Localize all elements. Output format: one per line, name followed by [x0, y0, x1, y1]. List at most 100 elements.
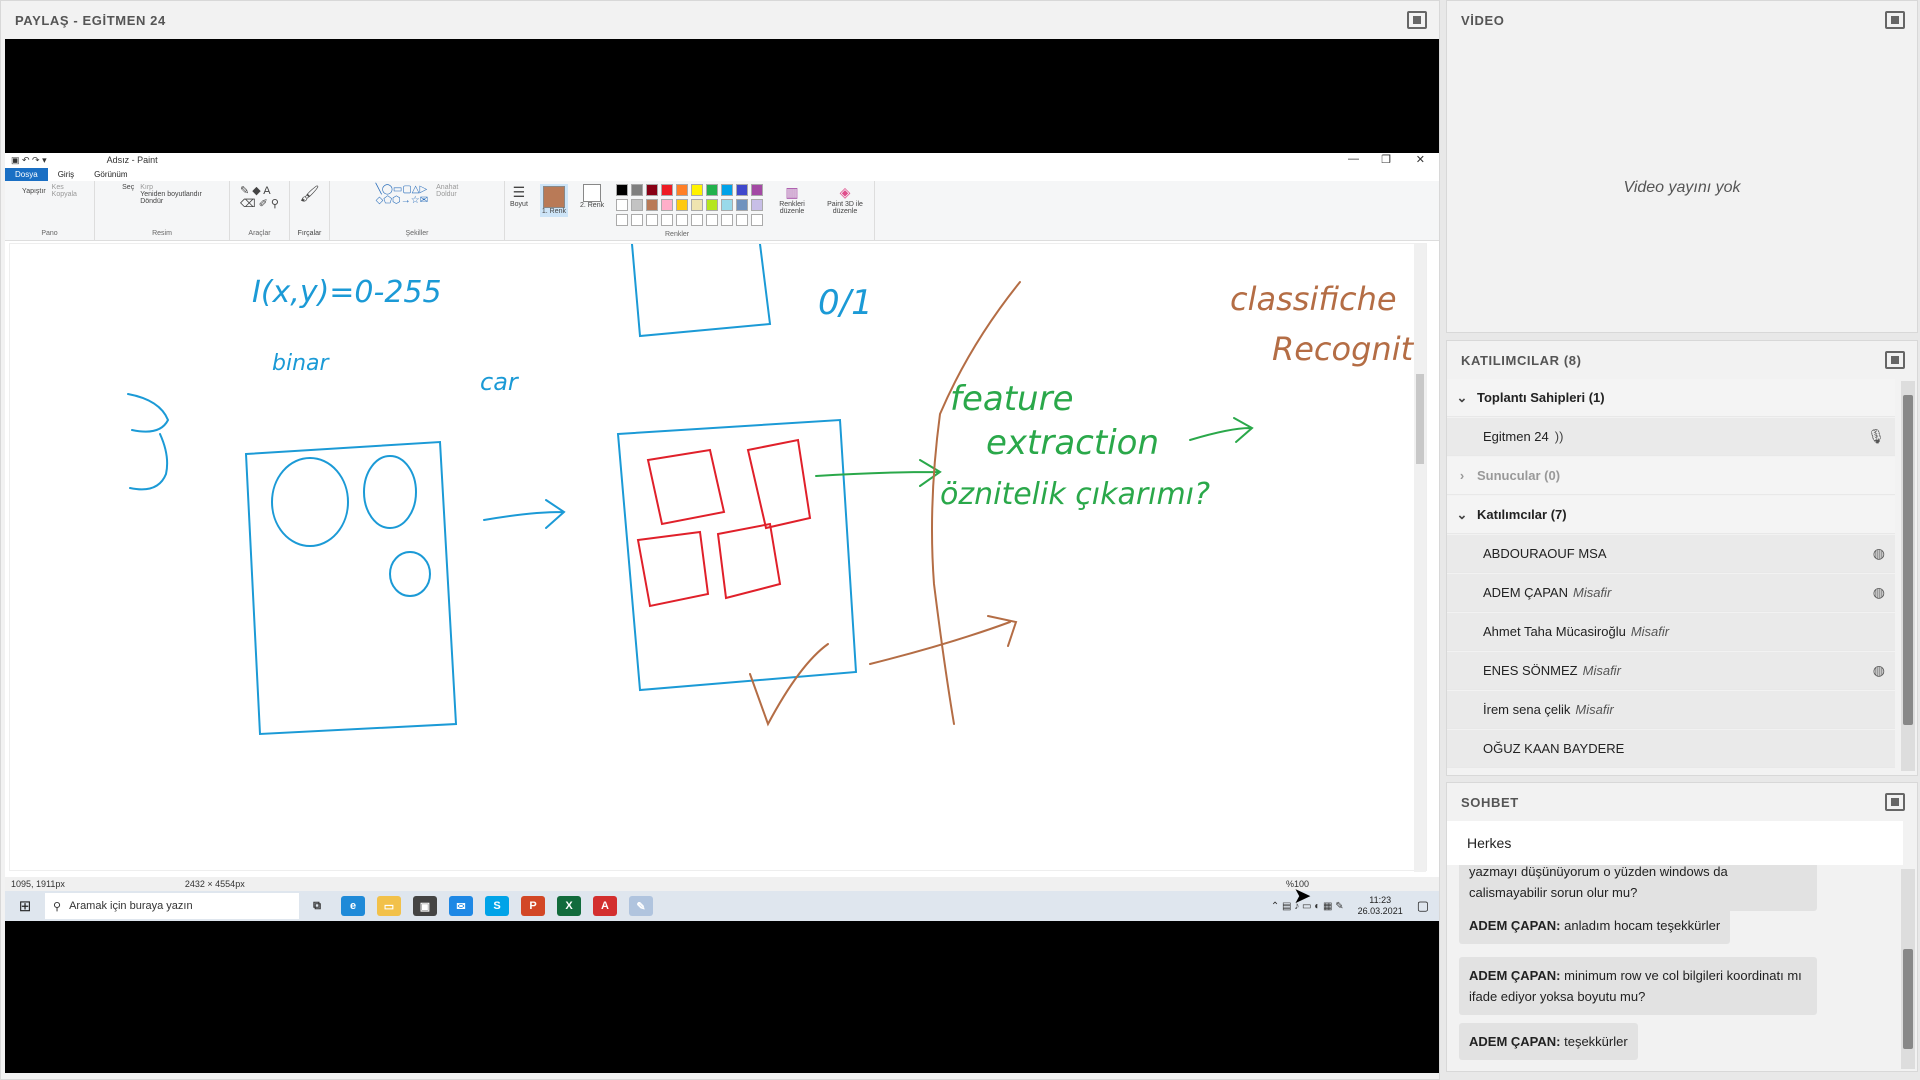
color-swatch[interactable] [736, 184, 749, 196]
microphone-icon[interactable]: 🎙 [1867, 428, 1885, 445]
windows-start-icon[interactable]: ⊞ [5, 897, 45, 915]
tab-file[interactable]: Dosya [5, 167, 48, 181]
color-swatch[interactable] [751, 184, 764, 196]
participant-name: ABDOURAOUF MSA [1483, 546, 1607, 561]
chat-pod: SOHBET Herkes yazmayı düşünüyorum o yüzd… [1446, 782, 1918, 1072]
size-button[interactable]: Boyut [510, 201, 528, 208]
group-brushes: 🖌 Fırçalar [290, 181, 330, 240]
restore-icon[interactable]: ❐ [1381, 153, 1391, 166]
group-label: Renkler [665, 231, 690, 238]
color-swatch[interactable] [691, 199, 704, 211]
participant-row[interactable]: ABDOURAOUF MSA ◍ [1447, 535, 1895, 573]
edit-colors-button[interactable]: Renkleri düzenle [775, 201, 809, 215]
paint-icon[interactable]: ✎ [629, 896, 653, 916]
paint3d-button[interactable]: Paint 3D ile düzenle [821, 201, 869, 215]
paint-title: Adsız - Paint [106, 155, 158, 165]
color-swatch[interactable] [736, 199, 749, 211]
empty-swatch[interactable] [646, 214, 659, 226]
color-palette[interactable] [616, 184, 764, 226]
fullscreen-icon[interactable] [1885, 11, 1905, 29]
presenters-section[interactable]: › Sunucular (0) [1447, 457, 1895, 495]
empty-swatch[interactable] [721, 214, 734, 226]
store-icon[interactable]: ▣ [413, 896, 437, 916]
color-swatch[interactable] [646, 199, 659, 211]
folder-icon[interactable]: ▭ [377, 896, 401, 916]
powerpoint-icon[interactable]: P [521, 896, 545, 916]
paste-button[interactable]: Yapıştır [22, 188, 46, 195]
fullscreen-icon[interactable] [1885, 793, 1905, 811]
color-swatch[interactable] [691, 184, 704, 196]
color-swatch[interactable] [646, 184, 659, 196]
skype-icon[interactable]: S [485, 896, 509, 916]
color1-button[interactable]: 1. Renk [542, 208, 566, 215]
color-swatch[interactable] [631, 184, 644, 196]
brushes-button[interactable]: Fırçalar [298, 230, 322, 237]
task-view-icon[interactable]: ⧉ [305, 896, 329, 916]
paint-canvas[interactable]: I(x,y)=0-255 binar car 0/1 feature extra… [9, 243, 1427, 872]
paint-titlebar: ▣ ↶ ↷ ▾ Adsız - Paint [5, 153, 1439, 167]
color-swatch[interactable] [661, 199, 674, 211]
color2-button[interactable]: 2. Renk [580, 202, 604, 209]
empty-swatch[interactable] [616, 214, 629, 226]
hosts-section[interactable]: ⌄ Toplantı Sahipleri (1) [1447, 379, 1895, 417]
clock[interactable]: 11:23 26.03.2021 [1358, 895, 1403, 917]
chat-recipient[interactable]: Herkes [1447, 821, 1903, 865]
host-row[interactable]: Egitmen 24 )) 🎙 [1447, 418, 1895, 456]
tab-home[interactable]: Giriş [48, 168, 84, 181]
participant-row[interactable]: Ahmet Taha Mücasiroğlu Misafir [1447, 613, 1895, 651]
crop-button[interactable]: Kırp [140, 184, 202, 191]
color-swatch[interactable] [676, 184, 689, 196]
tab-view[interactable]: Görünüm [84, 168, 137, 181]
tool-icons[interactable]: ✎ ◆ A ⌫ ✐ ⚲ [240, 184, 279, 210]
globe-icon: ◍ [1872, 662, 1885, 678]
empty-swatch[interactable] [706, 214, 719, 226]
notification-icon[interactable]: ▢ [1417, 898, 1429, 914]
attendees-scrollbar[interactable] [1901, 381, 1915, 771]
empty-swatch[interactable] [631, 214, 644, 226]
taskbar-search[interactable]: ⚲ Aramak için buraya yazın [45, 893, 299, 919]
empty-swatch[interactable] [691, 214, 704, 226]
participant-row[interactable]: OĞUZ KAAN BAYDERE [1447, 730, 1895, 768]
close-icon[interactable]: ✕ [1416, 153, 1425, 166]
select-button[interactable]: Seç [122, 184, 134, 205]
color-swatch[interactable] [706, 184, 719, 196]
chevron-right-icon: › [1459, 468, 1465, 483]
color-swatch[interactable] [631, 199, 644, 211]
empty-swatch[interactable] [736, 214, 749, 226]
acrobat-icon[interactable]: A [593, 896, 617, 916]
copy-button[interactable]: Kopyala [52, 191, 77, 198]
cut-button[interactable]: Kes [52, 184, 77, 191]
red-box [746, 438, 812, 530]
fill-button[interactable]: Doldur [436, 191, 458, 198]
participant-row[interactable]: ADEM ÇAPAN Misafir ◍ [1447, 574, 1895, 612]
color-swatch[interactable] [661, 184, 674, 196]
participant-row[interactable]: İrem sena çelik Misafir [1447, 691, 1895, 729]
empty-swatch[interactable] [751, 214, 764, 226]
edge-icon[interactable]: e [341, 896, 365, 916]
color-swatch[interactable] [751, 199, 764, 211]
group-label: Pano [41, 230, 58, 237]
empty-swatch[interactable] [676, 214, 689, 226]
color-swatch[interactable] [706, 199, 719, 211]
color-swatch[interactable] [616, 184, 629, 196]
color-swatch[interactable] [676, 199, 689, 211]
chat-scrollbar[interactable] [1901, 869, 1915, 1069]
vertical-scrollbar[interactable] [1414, 244, 1426, 872]
resize-button[interactable]: Yeniden boyutlandır [140, 191, 202, 198]
color-swatch[interactable] [616, 199, 629, 211]
outline-button[interactable]: Anahat [436, 184, 458, 191]
fullscreen-icon[interactable] [1407, 11, 1427, 29]
participant-row[interactable]: ENES SÖNMEZ Misafir ◍ [1447, 652, 1895, 690]
participants-section[interactable]: ⌄ Katılımcılar (7) [1447, 496, 1895, 534]
minimize-icon[interactable]: — [1348, 153, 1359, 165]
speaking-icon: )) [1554, 429, 1564, 444]
mail-icon[interactable]: ✉ [449, 896, 473, 916]
color-swatch[interactable] [721, 199, 734, 211]
shapes-gallery[interactable]: ╲◯▭▢△▷ ◇⬠⬡→☆✉ [376, 184, 428, 206]
color-swatch[interactable] [721, 184, 734, 196]
fullscreen-icon[interactable] [1885, 351, 1905, 369]
blue-3 [127, 393, 170, 491]
empty-swatch[interactable] [661, 214, 674, 226]
app-icon[interactable]: X [557, 896, 581, 916]
rotate-button[interactable]: Döndür [140, 198, 202, 205]
